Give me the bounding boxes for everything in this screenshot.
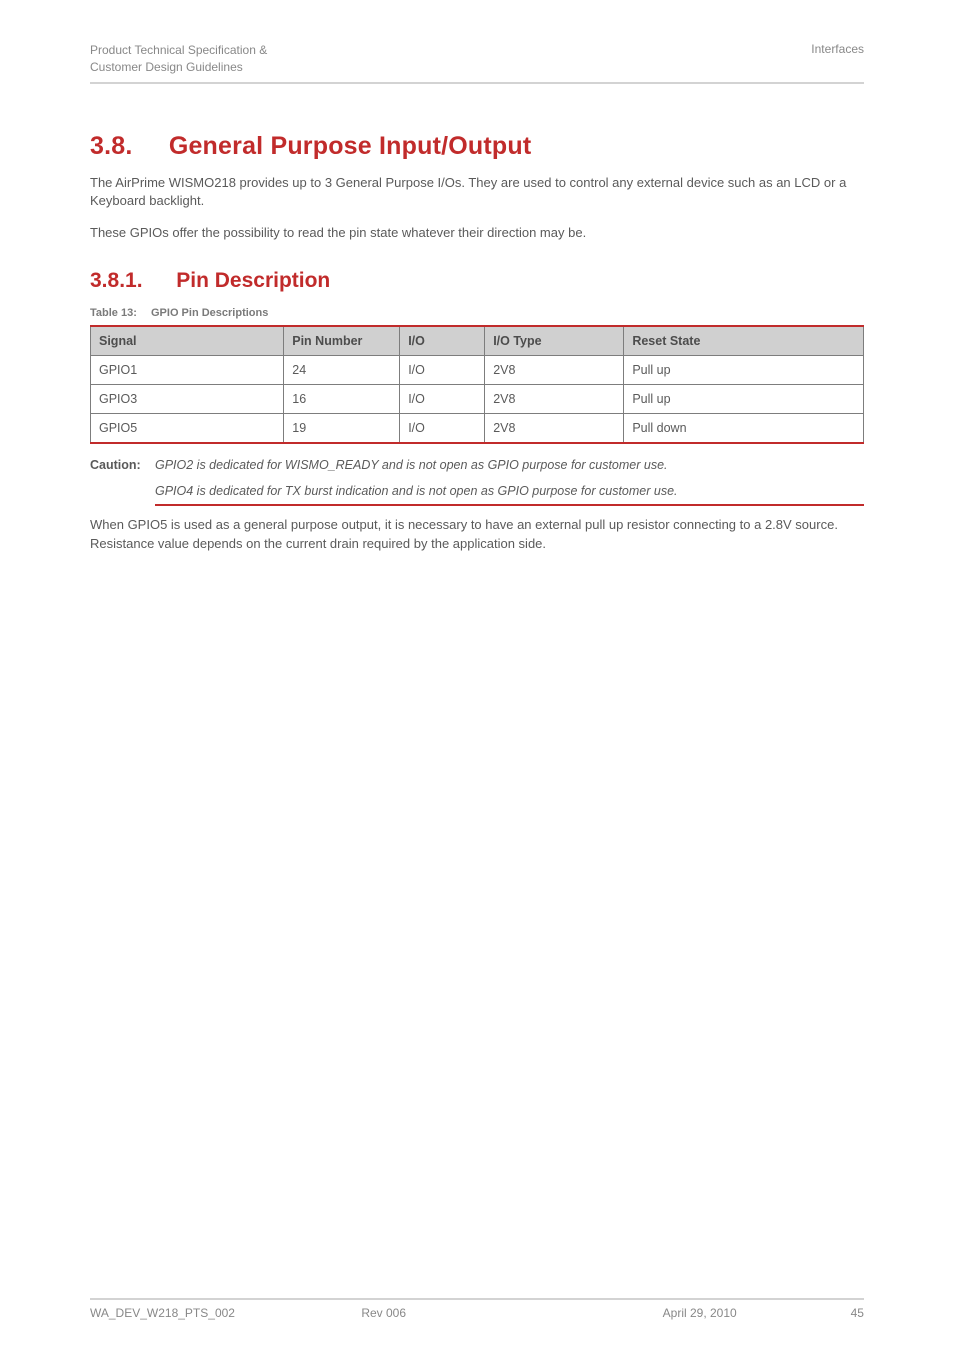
paragraph: The AirPrime WISMO218 provides up to 3 G… xyxy=(90,174,864,212)
th-io: I/O xyxy=(400,326,485,356)
cell-pin: 24 xyxy=(284,356,400,385)
footer-date: April 29, 2010 xyxy=(523,1306,824,1320)
th-type: I/O Type xyxy=(485,326,624,356)
caution-label: Caution: xyxy=(90,458,155,472)
section-heading-3-8-1: 3.8.1. Pin Description xyxy=(90,269,864,293)
table-caption-prefix: Table 13: xyxy=(90,307,137,319)
header-left-line1: Product Technical Specification & xyxy=(90,42,267,59)
th-pin: Pin Number xyxy=(284,326,400,356)
caution-line: GPIO4 is dedicated for TX burst indicati… xyxy=(155,478,864,506)
section-number: 3.8. xyxy=(90,132,133,160)
footer-page: 45 xyxy=(824,1306,864,1320)
page-header: Product Technical Specification & Custom… xyxy=(90,42,864,84)
caution-text: GPIO4 is dedicated for TX burst indicati… xyxy=(155,484,678,498)
gpio-table: Signal Pin Number I/O I/O Type Reset Sta… xyxy=(90,325,864,444)
table-row: GPIO3 16 I/O 2V8 Pull up xyxy=(91,385,864,414)
cell-signal: GPIO5 xyxy=(91,414,284,444)
table-row: GPIO1 24 I/O 2V8 Pull up xyxy=(91,356,864,385)
cell-signal: GPIO3 xyxy=(91,385,284,414)
cell-io: I/O xyxy=(400,414,485,444)
cell-pin: 16 xyxy=(284,385,400,414)
footer-rev: Rev 006 xyxy=(251,1306,522,1320)
cell-type: 2V8 xyxy=(485,385,624,414)
table-caption: Table 13: GPIO Pin Descriptions xyxy=(90,307,864,319)
table-header-row: Signal Pin Number I/O I/O Type Reset Sta… xyxy=(91,326,864,356)
caution-line: Caution: GPIO2 is dedicated for WISMO_RE… xyxy=(90,452,864,478)
cell-io: I/O xyxy=(400,356,485,385)
cell-reset: Pull up xyxy=(624,356,864,385)
paragraph: These GPIOs offer the possibility to rea… xyxy=(90,224,864,243)
paragraph: When GPIO5 is used as a general purpose … xyxy=(90,516,864,554)
subsection-title: Pin Description xyxy=(176,269,330,292)
cell-reset: Pull up xyxy=(624,385,864,414)
caution-block: Caution: GPIO2 is dedicated for WISMO_RE… xyxy=(90,452,864,506)
header-left-line2: Customer Design Guidelines xyxy=(90,59,267,76)
cell-signal: GPIO1 xyxy=(91,356,284,385)
section-title: General Purpose Input/Output xyxy=(169,132,532,160)
cell-reset: Pull down xyxy=(624,414,864,444)
header-right: Interfaces xyxy=(811,42,864,76)
table-row: GPIO5 19 I/O 2V8 Pull down xyxy=(91,414,864,444)
cell-io: I/O xyxy=(400,385,485,414)
th-signal: Signal xyxy=(91,326,284,356)
section-heading-3-8: 3.8. General Purpose Input/Output xyxy=(90,132,864,161)
header-left: Product Technical Specification & Custom… xyxy=(90,42,267,76)
caution-text: GPIO2 is dedicated for WISMO_READY and i… xyxy=(155,458,864,472)
cell-pin: 19 xyxy=(284,414,400,444)
subsection-number: 3.8.1. xyxy=(90,269,143,292)
cell-type: 2V8 xyxy=(485,414,624,444)
cell-type: 2V8 xyxy=(485,356,624,385)
table-caption-text: GPIO Pin Descriptions xyxy=(151,307,268,319)
th-reset: Reset State xyxy=(624,326,864,356)
page-footer: WA_DEV_W218_PTS_002 Rev 006 April 29, 20… xyxy=(90,1298,864,1320)
footer-doc-id: WA_DEV_W218_PTS_002 xyxy=(90,1306,251,1320)
